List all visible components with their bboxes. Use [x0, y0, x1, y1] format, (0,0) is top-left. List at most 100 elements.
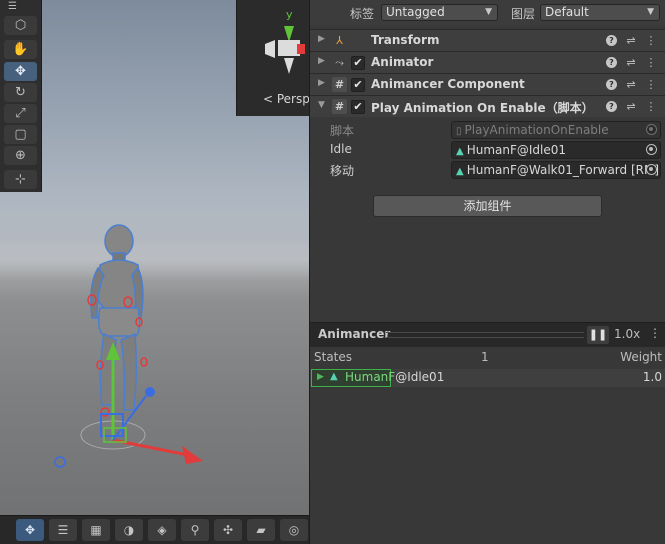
help-icon[interactable]: ? [606, 57, 617, 68]
drag-grip[interactable] [386, 332, 584, 338]
layer-label: 图层 [511, 7, 536, 21]
help-icon[interactable]: ? [606, 79, 617, 90]
layers-icon[interactable]: ◈ [148, 519, 176, 541]
column-headers: States 1 Weight [310, 349, 665, 367]
speed-value[interactable]: 1.0x [614, 327, 640, 341]
tag-layer-row: 标签 Untagged ▼ 图层 Default ▼ [310, 0, 665, 26]
more-menu-icon[interactable]: ⋮ [644, 77, 658, 93]
script-icon: # [332, 77, 347, 92]
shading-icon[interactable]: ◑ [115, 519, 143, 541]
character-model[interactable] [90, 224, 144, 411]
component-animancer[interactable]: ▶ # ✔ Animancer Component ? ⇌ ⋮ [310, 73, 665, 95]
more-menu-icon[interactable]: ⋮ [644, 99, 658, 115]
orientation-icon[interactable]: ✣ [214, 519, 242, 541]
move-arrows-icon[interactable]: ✥ [16, 519, 44, 541]
field-value: PlayAnimationOnEnable [464, 123, 609, 137]
state-name-highlight: HumanF [345, 370, 396, 384]
field-label: 移动 [330, 164, 355, 178]
rotate-icon[interactable]: ↻ [4, 83, 37, 102]
animator-icon: ⤳ [335, 56, 344, 69]
object-picker-icon[interactable] [646, 164, 657, 175]
enabled-checkbox[interactable]: ✔ [351, 56, 365, 70]
tag-label: 标签 [350, 7, 375, 21]
chevron-down-icon: ▼ [485, 7, 492, 17]
custom-tool-icon[interactable]: ⊹ [4, 170, 37, 189]
tag-dropdown[interactable]: Untagged ▼ [381, 4, 498, 21]
scene-view[interactable]: ☰ ⬡ ✋ ✥ ↻ ⤢ ▢ ⊕ ⊹ y < Persp ✥ ☰ ▦ ◑ ◈ ⚲ … [0, 0, 309, 544]
help-icon[interactable]: ? [606, 101, 617, 112]
component-tools: ? ⇌ ⋮ [604, 55, 660, 71]
toolbar-view-icon[interactable]: ⬡ [4, 16, 37, 35]
object-picker-icon[interactable] [646, 144, 657, 155]
component-title: Play Animation On Enable（脚本） [371, 101, 594, 115]
perspective-label[interactable]: < Persp [263, 92, 309, 106]
rect-transform-icon[interactable]: ▢ [4, 125, 37, 144]
more-menu-icon[interactable]: ⋮ [644, 55, 658, 71]
idle-clip-field[interactable]: ▲ HumanF@Idle01 [451, 141, 661, 159]
animancer-title: Animancer [318, 327, 391, 341]
component-transform[interactable]: ▶ ⅄ Transform ? ⇌ ⋮ [310, 29, 665, 51]
preset-icon[interactable]: ⇌ [624, 99, 638, 115]
state-row[interactable]: ▶ ▲ HumanF@Idle01 1.0 [310, 369, 665, 387]
object-picker-icon [646, 124, 657, 135]
orientation-gizmo-panel: y < Persp [236, 0, 309, 116]
scene-bottom-toolbar: ✥ ☰ ▦ ◑ ◈ ⚲ ✣ ▰ ◎ [0, 515, 309, 544]
transform-axes-icon: ⅄ [336, 34, 343, 47]
tag-value: Untagged [386, 5, 445, 19]
pause-icon[interactable]: ❚❚ [587, 326, 609, 344]
orientation-gizmo[interactable]: y [237, 0, 309, 90]
component-title: Animator [371, 55, 434, 69]
move-arrows-icon[interactable]: ✥ [4, 62, 37, 81]
more-menu-icon[interactable]: ⋮ [644, 33, 658, 49]
animation-clip-icon: ▲ [330, 371, 338, 382]
inspector-panel: 标签 Untagged ▼ 图层 Default ▼ ▶ ⅄ Transform… [309, 0, 665, 322]
layer-dropdown[interactable]: Default ▼ [540, 4, 660, 21]
foldout-arrow-icon[interactable]: ▶ [318, 78, 325, 88]
component-tools: ? ⇌ ⋮ [604, 99, 660, 115]
search-icon[interactable]: ⚲ [181, 519, 209, 541]
foldout-arrow-icon[interactable]: ▶ [317, 372, 324, 382]
state-count: 1 [481, 350, 489, 364]
field-label: Idle [330, 142, 352, 156]
foldout-arrow-icon[interactable]: ▶ [318, 34, 325, 44]
field-move: 移动 ▲ HumanF@Walk01_Forward [RM] [310, 160, 665, 180]
compass-icon[interactable]: ◎ [280, 519, 308, 541]
script-object-field: ▯ PlayAnimationOnEnable [451, 121, 661, 139]
preset-icon[interactable]: ⇌ [624, 33, 638, 49]
field-value: HumanF@Idle01 [466, 143, 567, 157]
enabled-checkbox[interactable]: ✔ [351, 78, 365, 92]
animation-clip-icon: ▲ [456, 146, 464, 157]
component-tools: ? ⇌ ⋮ [604, 77, 660, 93]
scale-icon[interactable]: ⤢ [4, 104, 37, 123]
camera-icon[interactable]: ▰ [247, 519, 275, 541]
foldout-arrow-expanded-icon[interactable]: ▼ [318, 100, 325, 110]
animancer-panel: Animancer ❚❚ 1.0x ⋮ States 1 Weight ▶ ▲ … [309, 322, 665, 544]
field-label: 脚本 [330, 124, 355, 138]
move-clip-field[interactable]: ▲ HumanF@Walk01_Forward [RM] [451, 161, 661, 179]
tool-strip-handle[interactable]: ☰ [8, 2, 32, 12]
state-weight: 1.0 [642, 370, 662, 384]
component-play-animation-on-enable[interactable]: ▼ # ✔ Play Animation On Enable（脚本） ? ⇌ ⋮ [310, 95, 665, 117]
component-title: Transform [371, 33, 440, 47]
state-name: HumanF@Idle01 [345, 370, 444, 384]
layer-value: Default [545, 5, 589, 19]
grid-icon[interactable]: ▦ [82, 519, 110, 541]
enabled-checkbox[interactable]: ✔ [351, 100, 365, 114]
preset-icon[interactable]: ⇌ [624, 55, 638, 71]
tool-strip: ☰ ⬡ ✋ ✥ ↻ ⤢ ▢ ⊕ ⊹ [0, 0, 42, 192]
foldout-arrow-icon[interactable]: ▶ [318, 56, 325, 66]
component-tools: ? ⇌ ⋮ [604, 33, 660, 49]
sliders-icon[interactable]: ☰ [49, 519, 77, 541]
weight-header: Weight [620, 350, 662, 364]
more-menu-icon[interactable]: ⋮ [649, 326, 661, 340]
preset-icon[interactable]: ⇌ [624, 77, 638, 93]
field-script: 脚本 ▯ PlayAnimationOnEnable [310, 120, 665, 140]
transform-icon[interactable]: ⊕ [4, 146, 37, 165]
add-component-button[interactable]: 添加组件 [373, 195, 602, 217]
gizmo-y-label: y [286, 8, 293, 21]
help-icon[interactable]: ? [606, 35, 617, 46]
field-idle: Idle ▲ HumanF@Idle01 [310, 140, 665, 160]
component-animator[interactable]: ▶ ⤳ ✔ Animator ? ⇌ ⋮ [310, 51, 665, 73]
animancer-header: Animancer ❚❚ 1.0x ⋮ [310, 323, 665, 347]
hand-icon[interactable]: ✋ [4, 40, 37, 59]
